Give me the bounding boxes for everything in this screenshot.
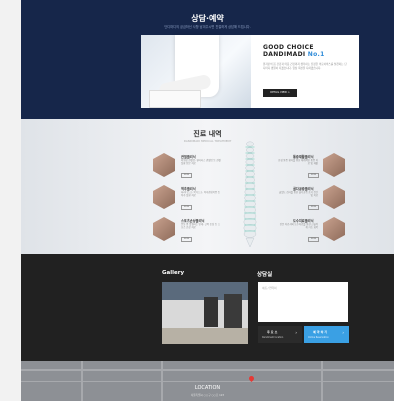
location-button-sub: Dandimadi location <box>262 336 284 339</box>
detail-view-button[interactable]: DETAIL VIEW > <box>263 89 297 97</box>
treatment-image-hex[interactable] <box>323 185 345 209</box>
treatment-item-desc: 골밀도 검사를 통한 골다공증 조기 진단 및 치료 <box>279 191 318 198</box>
treatment-item-desc: 허리디스크, 목디스크, 척추관협착증 등 척추 질환 치료 <box>181 191 220 198</box>
treatment-image-hex[interactable] <box>153 217 175 241</box>
treatment-item-desc: 운동 중 발생하는 인대, 근육 손상 등 스포츠 손상 치료 <box>181 223 221 230</box>
card-brand-accent: No.1 <box>307 51 325 58</box>
card-description: 환자분의 몸 건강과 마음 건강까지 생각하는 진정한 의료서비스를 실천하는 … <box>263 63 347 70</box>
location-title: LOCATION <box>194 385 221 391</box>
treatment-section: 진료 내역 DANDIMADI MEDICAL TREATMENT 관절클리닉 … <box>21 119 394 254</box>
card-brand: DANDIMADI <box>263 51 306 58</box>
treatment-more-button[interactable]: MORE <box>181 205 192 210</box>
location-button-label: 주 요 소 <box>267 330 278 334</box>
gallery-image[interactable] <box>162 282 248 344</box>
treatment-subtitle: DANDIMADI MEDICAL TREATMENT <box>183 139 232 143</box>
treatment-item-desc: 전문 치료사의 도수치료를 통한 근골격계 기능 회복 <box>279 223 318 230</box>
page: 상담·예약 단디마디의 궁금하신 사항 남겨주시면 친절하게 상담해 드립니다.… <box>21 0 394 401</box>
treatment-image-hex[interactable] <box>153 153 175 177</box>
reservation-button-sub: Online Reservation <box>308 336 329 339</box>
map-road <box>21 381 394 382</box>
treatment-image-hex[interactable] <box>323 217 345 241</box>
consult-title: 상담·예약 <box>191 14 224 23</box>
treatment-image-hex[interactable] <box>323 153 345 177</box>
gallery-contact-section: Gallery 상담실 이름 / 연락처 주 요 소 Dandimadi loc… <box>21 254 394 361</box>
consult-subtitle: 단디마디의 궁금하신 사항 남겨주시면 친절하게 상담해 드립니다. <box>164 25 251 29</box>
treatment-more-button[interactable]: MORE <box>308 173 319 178</box>
location-button[interactable]: 주 요 소 Dandimadi location › <box>258 326 302 343</box>
map-road <box>21 369 394 371</box>
location-map-section[interactable]: LOCATION 서울특별시 ○○구 ○○로 123 <box>21 361 394 401</box>
arrow-right-icon: › <box>295 330 297 335</box>
doctor-image <box>141 35 251 108</box>
gallery-machine-shape <box>204 297 218 327</box>
consult-card: GOOD CHOICE DANDIMADI No.1 환자분의 몸 건강과 마음… <box>141 35 359 108</box>
card-heading-line1: GOOD CHOICE <box>263 44 314 51</box>
treatment-more-button[interactable]: MORE <box>181 173 192 178</box>
contact-form-textarea[interactable]: 이름 / 연락처 <box>258 282 348 322</box>
contact-form-placeholder: 이름 / 연락처 <box>262 287 277 290</box>
treatment-more-button[interactable]: MORE <box>308 205 319 210</box>
gallery-floor-shape <box>162 328 248 344</box>
treatment-image-hex[interactable] <box>153 185 175 209</box>
treatment-more-button[interactable]: MORE <box>308 237 319 242</box>
paper-shape <box>149 90 201 108</box>
reservation-button[interactable]: 예 약 하 기 Online Reservation › <box>304 326 349 343</box>
treatment-item-desc: 퇴행성 관절염, 류마티스 관절염 등 관절 질환 전문 치료 <box>181 159 221 166</box>
treatment-item-desc: 만성 통증 환자를 위한 체계적인 통증 치료 및 재활 <box>278 159 318 166</box>
location-address: 서울특별시 ○○구 ○○로 123 <box>190 394 225 397</box>
gallery-title: Gallery <box>162 270 185 276</box>
consult-section: 상담·예약 단디마디의 궁금하신 사항 남겨주시면 친절하게 상담해 드립니다.… <box>21 0 394 119</box>
reservation-button-label: 예 약 하 기 <box>313 330 328 334</box>
gallery-machine-shape <box>224 294 242 328</box>
arrow-right-icon: › <box>342 330 344 335</box>
card-heading-line2: DANDIMADI No.1 <box>263 51 325 58</box>
contact-title: 상담실 <box>257 272 273 278</box>
treatment-title: 진료 내역 <box>193 130 222 138</box>
treatment-more-button[interactable]: MORE <box>181 237 192 242</box>
spine-illustration <box>243 141 257 248</box>
